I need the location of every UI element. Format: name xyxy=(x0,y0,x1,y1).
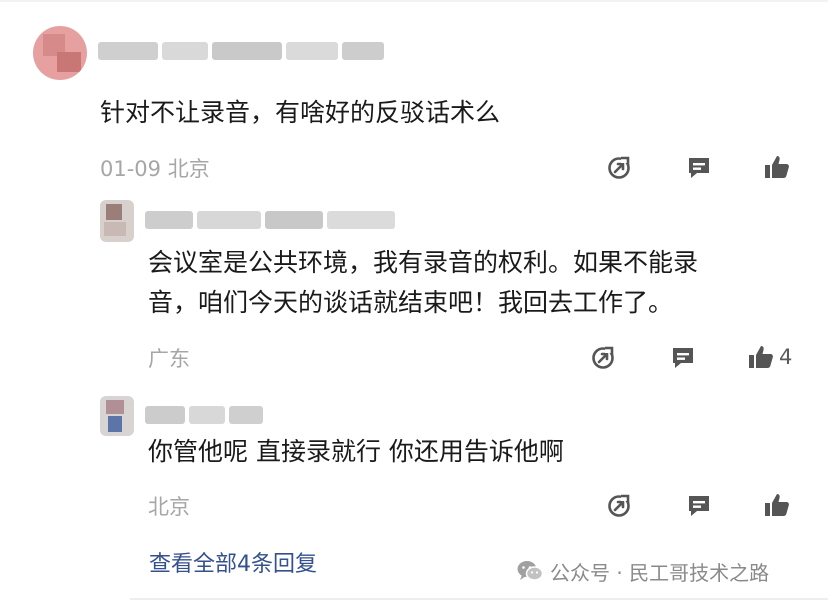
reply-text: 你管他呢 直接录就行 你还用告诉他啊 xyxy=(148,437,564,466)
view-all-replies-link[interactable]: 查看全部4条回复 xyxy=(149,546,317,578)
username-blurred[interactable] xyxy=(145,205,395,235)
avatar[interactable] xyxy=(100,200,134,242)
bottom-divider xyxy=(130,598,828,600)
like-icon[interactable] xyxy=(748,344,774,370)
share-icon[interactable] xyxy=(590,345,616,371)
watermark: 公众号 · 民工哥技术之路 xyxy=(516,557,769,585)
share-icon[interactable] xyxy=(606,155,632,181)
username-blurred[interactable] xyxy=(98,36,384,66)
comment-location: 北京 xyxy=(167,157,210,181)
avatar[interactable] xyxy=(33,26,87,80)
like-icon[interactable] xyxy=(764,154,790,180)
comment-date: 01-09 xyxy=(100,157,162,181)
comment-meta: 01-09 北京 xyxy=(100,153,210,183)
share-icon[interactable] xyxy=(606,493,632,519)
like-icon[interactable] xyxy=(764,492,790,518)
username-blurred[interactable] xyxy=(145,400,263,430)
like-count: 4 xyxy=(779,345,793,369)
comment-icon[interactable] xyxy=(686,493,712,519)
comment-text: 针对不让录音，有啥好的反驳话术么 xyxy=(100,98,501,127)
top-divider xyxy=(0,0,828,2)
watermark-text: 公众号 · 民工哥技术之路 xyxy=(550,560,770,585)
avatar[interactable] xyxy=(100,396,134,436)
reply-text-line-2: 音，咱们今天的谈话就结束吧！我回去工作了。 xyxy=(148,288,674,317)
comment-icon[interactable] xyxy=(670,345,696,371)
reply-location: 广东 xyxy=(148,347,190,371)
comment-icon[interactable] xyxy=(686,155,712,181)
reply-location: 北京 xyxy=(148,495,190,519)
reply-text-line-1: 会议室是公共环境，我有录音的权利。如果不能录 xyxy=(148,248,699,277)
wechat-icon xyxy=(516,559,544,583)
